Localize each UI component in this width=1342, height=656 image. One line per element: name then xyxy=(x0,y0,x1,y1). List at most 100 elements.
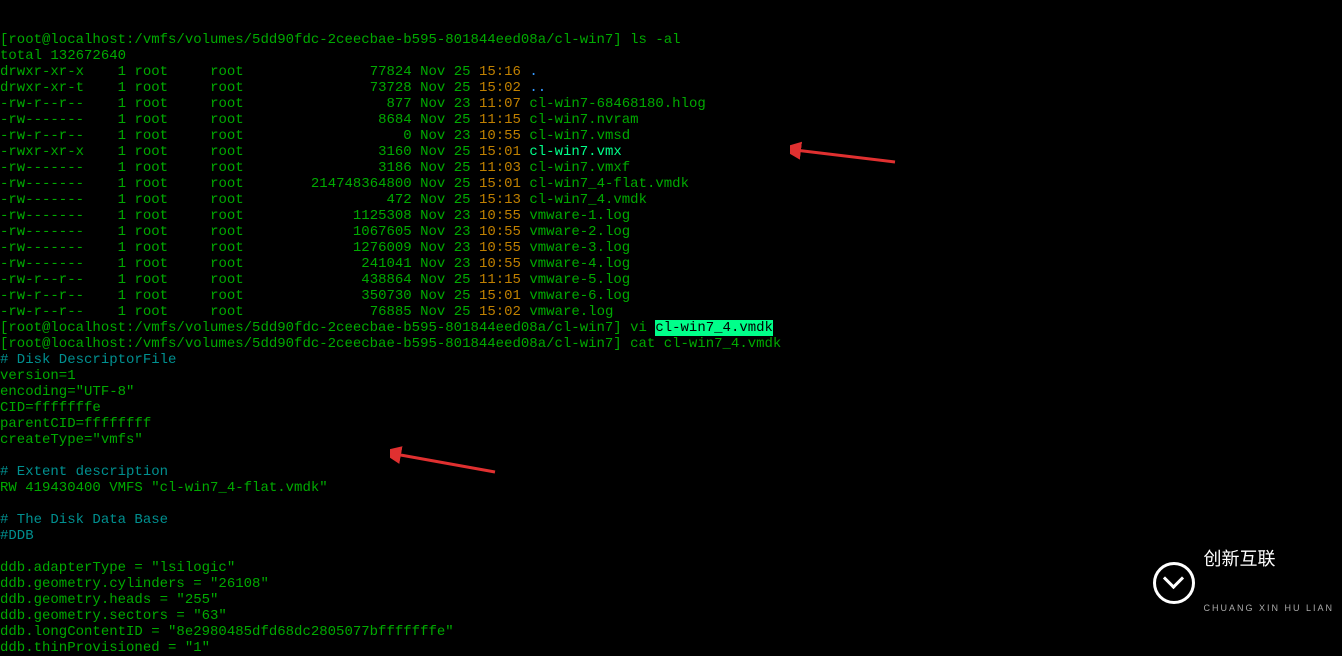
cat-line: createType="vmfs" xyxy=(0,432,143,448)
ls-size: 1125308 xyxy=(286,208,420,224)
ls-owner: root xyxy=(134,80,210,96)
ls-size: 438864 xyxy=(286,272,420,288)
ls-perm: -rw------- xyxy=(0,192,84,208)
ls-perm: -rw------- xyxy=(0,160,84,176)
ls-day: 23 xyxy=(454,96,479,112)
ls-time: 10:55 xyxy=(479,256,521,272)
ls-perm: -rw------- xyxy=(0,256,84,272)
ls-perm: -rwxr-xr-x xyxy=(0,144,84,160)
cat-line: RW 419430400 VMFS "cl-win7_4-flat.vmdk" xyxy=(0,480,328,496)
ls-links: 1 xyxy=(84,256,134,272)
ls-size: 472 xyxy=(286,192,420,208)
ls-owner: root xyxy=(134,240,210,256)
ls-perm: -rw------- xyxy=(0,224,84,240)
ls-filename: cl-win7-68468180.hlog xyxy=(529,96,705,112)
ls-links: 1 xyxy=(84,112,134,128)
ls-filename: vmware-4.log xyxy=(529,256,630,272)
ls-filename: cl-win7.vmx xyxy=(529,144,621,160)
ls-day: 25 xyxy=(454,272,479,288)
ls-owner: root xyxy=(134,256,210,272)
cat-line: # Extent description xyxy=(0,464,168,480)
ls-filename: .. xyxy=(529,80,546,96)
ls-day: 23 xyxy=(454,208,479,224)
ls-group: root xyxy=(210,64,286,80)
ls-owner: root xyxy=(134,64,210,80)
ls-time: 11:03 xyxy=(479,160,521,176)
ls-day: 25 xyxy=(454,80,479,96)
ls-month: Nov xyxy=(420,208,454,224)
ls-filename: cl-win7_4.vmdk xyxy=(529,192,647,208)
ls-day: 25 xyxy=(454,304,479,320)
ls-day: 25 xyxy=(454,144,479,160)
ls-perm: drwxr-xr-x xyxy=(0,64,84,80)
ls-size: 877 xyxy=(286,96,420,112)
cat-line: CID=fffffffe xyxy=(0,400,101,416)
cat-line: ddb.longContentID = "8e2980485dfd68dc280… xyxy=(0,624,454,640)
ls-month: Nov xyxy=(420,96,454,112)
ls-owner: root xyxy=(134,144,210,160)
ls-group: root xyxy=(210,224,286,240)
ls-perm: -rw-r--r-- xyxy=(0,128,84,144)
ls-size: 8684 xyxy=(286,112,420,128)
terminal[interactable]: [root@localhost:/vmfs/volumes/5dd90fdc-2… xyxy=(0,0,1342,656)
ls-total: total 132672640 xyxy=(0,48,126,64)
ls-group: root xyxy=(210,192,286,208)
ls-owner: root xyxy=(134,112,210,128)
ls-filename: cl-win7.vmxf xyxy=(529,160,630,176)
ls-time: 11:15 xyxy=(479,112,521,128)
ls-filename: vmware-3.log xyxy=(529,240,630,256)
ls-time: 11:15 xyxy=(479,272,521,288)
ls-group: root xyxy=(210,128,286,144)
cat-line: encoding="UTF-8" xyxy=(0,384,134,400)
ls-time: 15:02 xyxy=(479,304,521,320)
ls-perm: -rw-r--r-- xyxy=(0,288,84,304)
ls-owner: root xyxy=(134,192,210,208)
ls-size: 77824 xyxy=(286,64,420,80)
cat-line: ddb.thinProvisioned = "1" xyxy=(0,640,210,656)
ls-filename: vmware.log xyxy=(529,304,613,320)
ls-size: 73728 xyxy=(286,80,420,96)
cat-line: parentCID=ffffffff xyxy=(0,416,151,432)
ls-links: 1 xyxy=(84,288,134,304)
ls-filename: cl-win7_4-flat.vmdk xyxy=(529,176,689,192)
ls-day: 25 xyxy=(454,64,479,80)
ls-month: Nov xyxy=(420,288,454,304)
ls-filename: cl-win7.vmsd xyxy=(529,128,630,144)
ls-time: 15:16 xyxy=(479,64,521,80)
ls-month: Nov xyxy=(420,128,454,144)
ls-owner: root xyxy=(134,128,210,144)
ls-perm: -rw------- xyxy=(0,112,84,128)
ls-day: 25 xyxy=(454,112,479,128)
ls-links: 1 xyxy=(84,208,134,224)
ls-month: Nov xyxy=(420,160,454,176)
shell-prompt: [root@localhost:/vmfs/volumes/5dd90fdc-2… xyxy=(0,32,630,48)
cmd-cat: cat cl-win7_4.vmdk xyxy=(630,336,781,352)
annotation-arrow-bottom xyxy=(390,442,500,478)
ls-size: 3186 xyxy=(286,160,420,176)
ls-group: root xyxy=(210,144,286,160)
ls-month: Nov xyxy=(420,64,454,80)
ls-month: Nov xyxy=(420,176,454,192)
cat-line: ddb.geometry.heads = "255" xyxy=(0,592,218,608)
ls-day: 23 xyxy=(454,256,479,272)
ls-group: root xyxy=(210,208,286,224)
ls-month: Nov xyxy=(420,192,454,208)
ls-filename: vmware-2.log xyxy=(529,224,630,240)
ls-perm: drwxr-xr-t xyxy=(0,80,84,96)
ls-size: 0 xyxy=(286,128,420,144)
shell-prompt: [root@localhost:/vmfs/volumes/5dd90fdc-2… xyxy=(0,320,630,336)
ls-time: 15:01 xyxy=(479,288,521,304)
cmd-vi-arg: cl-win7_4.vmdk xyxy=(655,320,773,336)
ls-perm: -rw------- xyxy=(0,176,84,192)
ls-group: root xyxy=(210,96,286,112)
ls-month: Nov xyxy=(420,224,454,240)
ls-perm: -rw-r--r-- xyxy=(0,96,84,112)
ls-links: 1 xyxy=(84,160,134,176)
cat-line: # The Disk Data Base xyxy=(0,512,168,528)
ls-group: root xyxy=(210,304,286,320)
ls-day: 25 xyxy=(454,288,479,304)
ls-owner: root xyxy=(134,96,210,112)
cmd-ls: ls -al xyxy=(630,32,680,48)
ls-month: Nov xyxy=(420,240,454,256)
watermark-brand: 创新互联 xyxy=(1203,550,1334,568)
